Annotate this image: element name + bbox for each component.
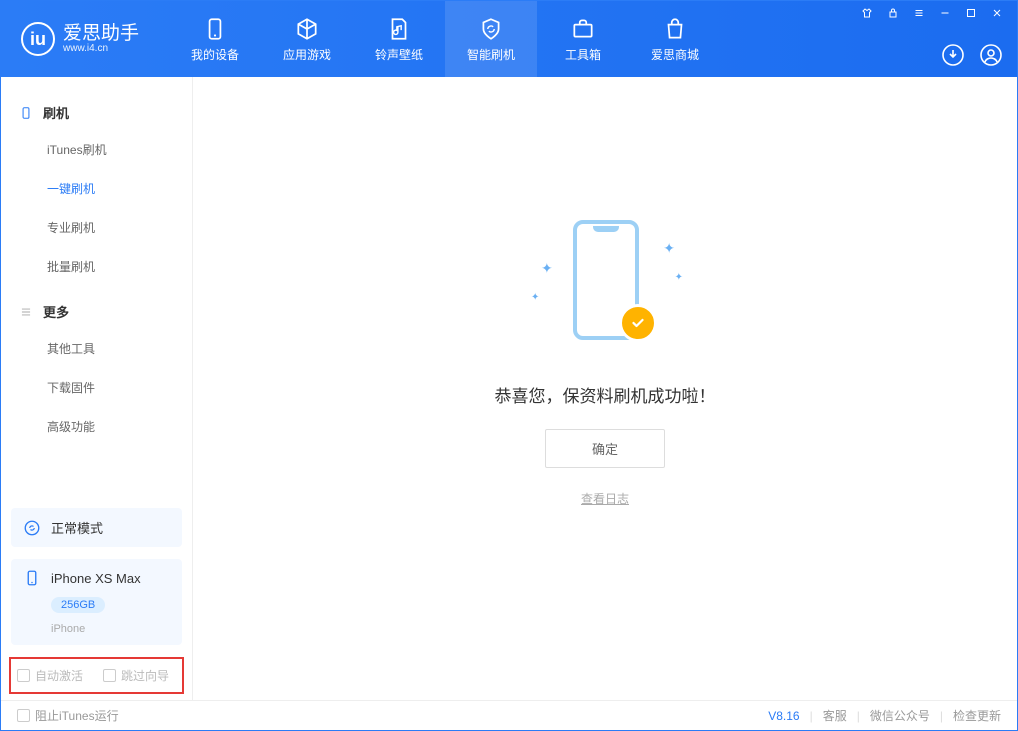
sidebar-item-advanced[interactable]: 高级功能 — [1, 407, 192, 446]
checkbox-auto-activate[interactable]: 自动激活 — [17, 667, 83, 684]
app-logo: iu 爱思助手 www.i4.cn — [21, 22, 139, 56]
sidebar-item-batch-flash[interactable]: 批量刷机 — [1, 247, 192, 286]
footer-link-wechat[interactable]: 微信公众号 — [870, 707, 930, 724]
briefcase-icon — [570, 16, 596, 42]
close-icon[interactable] — [991, 7, 1003, 19]
cube-icon — [294, 16, 320, 42]
ok-button[interactable]: 确定 — [545, 429, 665, 468]
footer-link-update[interactable]: 检查更新 — [953, 707, 1001, 724]
shield-refresh-icon — [478, 16, 504, 42]
highlighted-checkbox-row: 自动激活 跳过向导 — [9, 657, 184, 694]
menu-icon[interactable] — [913, 7, 925, 19]
minimize-icon[interactable] — [939, 7, 951, 19]
list-icon — [19, 305, 33, 319]
checkbox-block-itunes[interactable]: 阻止iTunes运行 — [17, 707, 119, 724]
device-capacity: 256GB — [51, 597, 105, 613]
sidebar-item-pro-flash[interactable]: 专业刷机 — [1, 208, 192, 247]
checkbox-icon — [17, 669, 30, 682]
checkbox-skip-guide[interactable]: 跳过向导 — [103, 667, 169, 684]
checkbox-icon — [103, 669, 116, 682]
shirt-icon[interactable] — [861, 7, 873, 19]
device-phone-icon — [23, 569, 41, 587]
checkbox-icon — [17, 709, 30, 722]
sidebar-group-more: 更多 — [1, 294, 192, 329]
success-illustration: ✦✦ ✦✦ — [525, 210, 685, 360]
success-message: 恭喜您，保资料刷机成功啦！ — [495, 382, 716, 407]
sidebar-item-other-tools[interactable]: 其他工具 — [1, 329, 192, 368]
bag-icon — [662, 16, 688, 42]
sidebar-item-itunes-flash[interactable]: iTunes刷机 — [1, 130, 192, 169]
music-file-icon — [386, 16, 412, 42]
footer-link-support[interactable]: 客服 — [823, 707, 847, 724]
sidebar-group-flash: 刷机 — [1, 95, 192, 130]
logo-icon: iu — [21, 22, 55, 56]
view-log-link[interactable]: 查看日志 — [581, 490, 629, 507]
sync-icon — [23, 519, 41, 537]
device-box[interactable]: iPhone XS Max 256GB iPhone — [11, 559, 182, 645]
sidebar-item-onekey-flash[interactable]: 一键刷机 — [1, 169, 192, 208]
phone-icon — [202, 16, 228, 42]
device-name: iPhone XS Max — [51, 571, 141, 586]
phone-small-icon — [19, 106, 33, 120]
sidebar-item-download-firmware[interactable]: 下载固件 — [1, 368, 192, 407]
mode-label: 正常模式 — [51, 518, 103, 537]
device-type: iPhone — [51, 623, 85, 635]
maximize-icon[interactable] — [965, 7, 977, 19]
lock-icon[interactable] — [887, 7, 899, 19]
mode-box[interactable]: 正常模式 — [11, 508, 182, 547]
check-badge-icon — [619, 304, 657, 342]
app-name: 爱思助手 — [63, 24, 139, 43]
app-url: www.i4.cn — [63, 43, 139, 54]
version-label: V8.16 — [768, 709, 799, 723]
